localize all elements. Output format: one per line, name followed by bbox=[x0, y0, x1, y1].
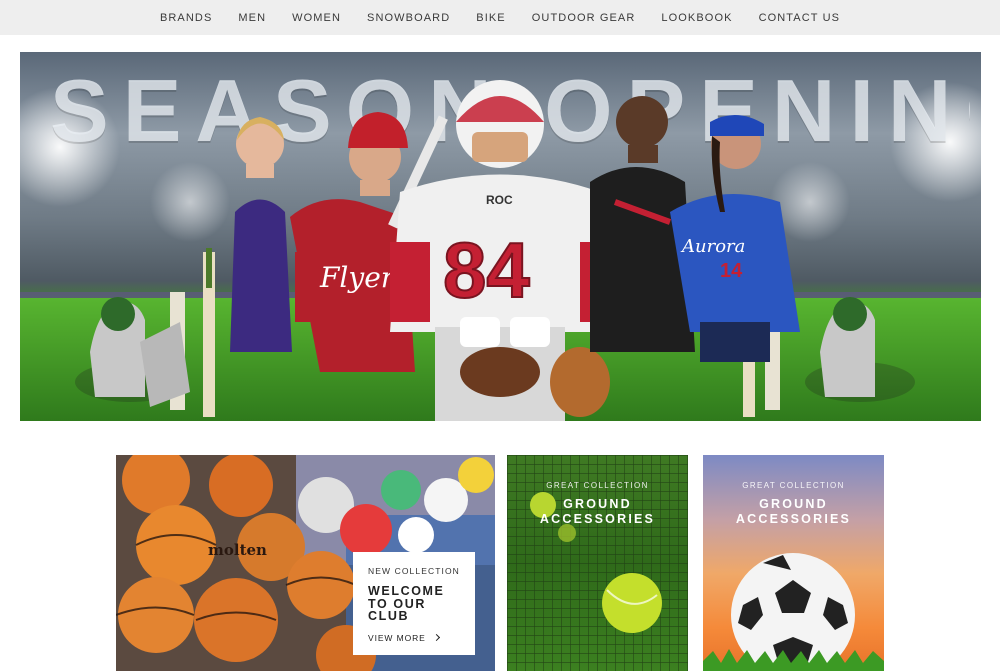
promo-card-welcome[interactable]: molten NEW COLLECTION WELCOME TO OUR CLU… bbox=[116, 455, 495, 671]
athlete-football: ROC 84 bbox=[390, 80, 620, 421]
ball-brand-text: molten bbox=[208, 541, 267, 559]
athletes-illustration: Flyers ROC 84 Aurora 14 bbox=[75, 80, 915, 421]
nav-item-snowboard[interactable]: SNOWBOARD bbox=[367, 12, 450, 24]
welcome-title: WELCOME TO OUR CLUB bbox=[368, 584, 445, 623]
nav-item-brands[interactable]: BRANDS bbox=[160, 12, 212, 24]
view-more-label: VIEW MORE bbox=[368, 632, 426, 643]
nav-item-contact-us[interactable]: CONTACT US bbox=[759, 12, 841, 24]
promo-card-soccer[interactable]: GREAT COLLECTION GROUND ACCESSORIES bbox=[703, 455, 884, 671]
nav-item-bike[interactable]: BIKE bbox=[476, 12, 505, 24]
chevron-right-icon bbox=[432, 633, 440, 642]
top-navigation: BRANDS MEN WOMEN SNOWBOARD BIKE OUTDOOR … bbox=[0, 0, 1000, 35]
nav-item-lookbook[interactable]: LOOKBOOK bbox=[661, 12, 732, 24]
jersey-text-aurora: Aurora bbox=[680, 236, 745, 257]
jersey-number-84: 84 bbox=[443, 226, 530, 314]
tennis-kicker: GREAT COLLECTION bbox=[546, 481, 649, 490]
nav-item-outdoor-gear[interactable]: OUTDOOR GEAR bbox=[532, 12, 636, 24]
athlete-softball: Aurora 14 bbox=[670, 114, 800, 362]
view-more-link[interactable]: VIEW MORE bbox=[368, 633, 475, 643]
cricket-gear-left bbox=[75, 248, 215, 417]
welcome-kicker: NEW COLLECTION bbox=[368, 566, 460, 576]
hero-banner[interactable]: SEASON OPENING! bbox=[20, 52, 981, 421]
nav-item-women[interactable]: WOMEN bbox=[292, 12, 341, 24]
athlete-basketball bbox=[230, 117, 292, 352]
jersey-number-14: 14 bbox=[720, 260, 743, 282]
soccer-heading: GROUND ACCESSORIES bbox=[735, 497, 852, 526]
tennis-heading: GROUND ACCESSORIES bbox=[539, 497, 656, 526]
soccer-kicker: GREAT COLLECTION bbox=[742, 481, 845, 490]
welcome-overlay: NEW COLLECTION WELCOME TO OUR CLUB VIEW … bbox=[353, 552, 475, 655]
nav-item-men[interactable]: MEN bbox=[238, 12, 266, 24]
jersey-brand-roc: ROC bbox=[486, 193, 513, 207]
promo-card-tennis[interactable]: GREAT COLLECTION GROUND ACCESSORIES bbox=[507, 455, 688, 671]
nav-list: BRANDS MEN WOMEN SNOWBOARD BIKE OUTDOOR … bbox=[147, 12, 853, 24]
